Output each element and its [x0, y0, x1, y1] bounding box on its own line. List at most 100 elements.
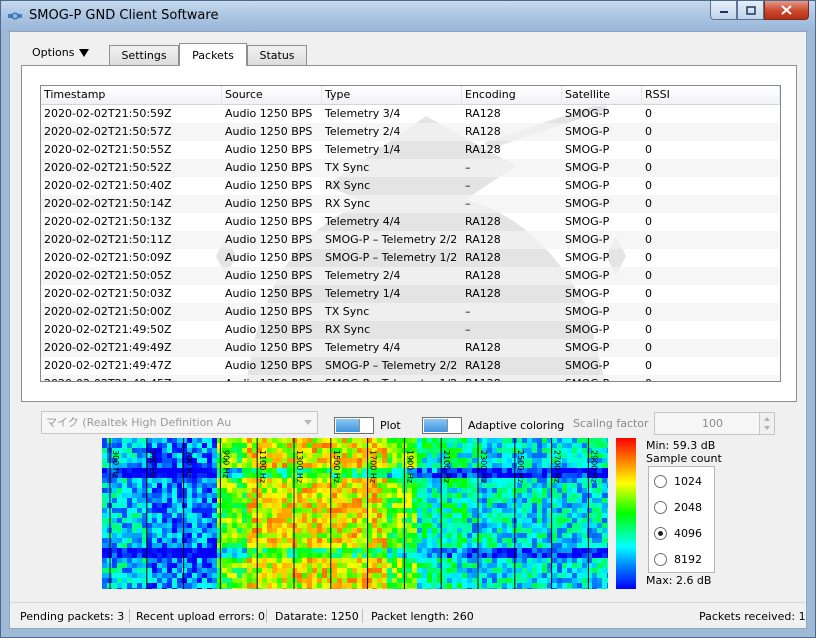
frequency-label: 1700 Hz	[369, 450, 378, 483]
adaptive-toggle-knob	[447, 419, 460, 432]
tab-packets[interactable]: Packets	[179, 43, 247, 66]
column-header[interactable]: Encoding	[462, 86, 562, 105]
packets-table[interactable]: Timestamp Source Type Encoding Satellite RSSI…	[40, 85, 781, 382]
upload-errors-status: Recent upload errors: 0	[136, 610, 266, 623]
table-cell: 0	[642, 375, 780, 381]
adaptive-coloring-toggle[interactable]	[422, 417, 462, 434]
caret-down-icon	[79, 48, 90, 57]
plot-toggle-knob	[359, 419, 372, 432]
table-row[interactable]: 2020-02-02T21:50:13Z Audio 1250 BPS Teleme…	[41, 213, 780, 231]
table-cell: SMOG-P	[565, 359, 610, 372]
table-cell: SMOG-P – Telemetry 1/2	[325, 251, 458, 264]
column-header[interactable]: RSSI	[642, 86, 780, 105]
table-cell: 0	[645, 323, 652, 336]
options-label: Options	[32, 46, 75, 59]
tab-settings[interactable]: Settings	[109, 45, 179, 65]
table-cell: 0	[645, 233, 652, 246]
table-cell: Audio 1250 BPS	[225, 215, 313, 228]
column-header[interactable]: Satellite	[562, 86, 642, 105]
spin-down-icon[interactable]	[764, 426, 770, 430]
table-row[interactable]: 2020-02-02T21:50:59Z Audio 1250 BPS Teleme…	[41, 105, 780, 123]
sample-count-option[interactable]: 1024	[654, 475, 702, 488]
table-cell: 2020-02-02T21:50:14Z	[44, 197, 172, 210]
table-cell: RA128	[465, 251, 501, 264]
radio-icon[interactable]	[654, 553, 667, 566]
table-cell: RA128	[465, 107, 501, 120]
table-cell: 0	[645, 269, 652, 282]
sample-count-option[interactable]: 2048	[654, 501, 702, 514]
pending-packets-status: Pending packets: 3	[20, 610, 125, 623]
table-cell: RX Sync	[325, 179, 371, 192]
table-row[interactable]: 2020-02-02T21:50:03Z Audio 1250 BPS Teleme…	[41, 285, 780, 303]
column-header[interactable]: Type	[322, 86, 462, 105]
tab-packets-label: Packets	[192, 48, 234, 62]
table-row[interactable]: 2020-02-02T21:50:52Z Audio 1250 BPS TX Syn…	[41, 159, 780, 177]
table-row[interactable]: 2020-02-02T21:49:50Z Audio 1250 BPS RX Syn…	[41, 321, 780, 339]
scaling-spinner[interactable]	[759, 412, 775, 435]
table-cell: Audio 1250 BPS	[225, 269, 313, 282]
table-row[interactable]: 2020-02-02T21:50:00Z Audio 1250 BPS TX Syn…	[41, 303, 780, 321]
table-cell: SMOG-P	[565, 323, 610, 336]
table-row[interactable]: 2020-02-02T21:50:57Z Audio 1250 BPS Teleme…	[41, 123, 780, 141]
table-cell: SMOG-P	[565, 305, 610, 318]
table-row[interactable]: 2020-02-02T21:50:14Z Audio 1250 BPS RX Syn…	[41, 195, 780, 213]
radio-icon[interactable]	[654, 475, 667, 488]
table-row[interactable]: 2020-02-02T21:50:40Z Audio 1250 BPS RX Syn…	[41, 177, 780, 195]
column-header[interactable]: Source	[222, 86, 322, 105]
adaptive-toggle-fill	[424, 419, 447, 432]
table-cell: SMOG-P	[565, 287, 610, 300]
table-row[interactable]: 2020-02-02T21:49:47Z Audio 1250 BPS SMOG-P…	[41, 357, 780, 375]
spin-up-icon[interactable]	[764, 417, 770, 421]
table-row[interactable]: 2020-02-02T21:49:45ZAudio 1250 BPSSMOG-P…	[41, 375, 780, 381]
tab-status[interactable]: Status	[247, 45, 307, 65]
table-row[interactable]: 2020-02-02T21:50:11Z Audio 1250 BPS SMOG-P…	[41, 231, 780, 249]
sample-count-option[interactable]: 8192	[654, 553, 702, 566]
table-row[interactable]: 2020-02-02T21:49:49Z Audio 1250 BPS Teleme…	[41, 339, 780, 357]
sample-count-option-label: 4096	[674, 527, 702, 540]
table-cell: 0	[645, 143, 652, 156]
table-cell: 0	[645, 287, 652, 300]
table-cell: TX Sync	[325, 305, 370, 318]
plot-toggle-fill	[336, 419, 359, 432]
waterfall-display[interactable]: 300 Hz 500 Hz 700 Hz 900 Hz 1100 Hz 1300 Hz 15…	[102, 438, 612, 593]
table-cell: 0	[645, 161, 652, 174]
sample-count-option[interactable]: 4096	[654, 527, 702, 540]
table-cell: 2020-02-02T21:50:57Z	[44, 125, 172, 138]
column-header[interactable]: Timestamp	[41, 86, 222, 105]
table-cell: –	[465, 161, 471, 174]
table-cell: Telemetry 2/4	[325, 125, 401, 138]
audio-device-select[interactable]: マイク (Realtek High Definition Au	[41, 411, 318, 434]
table-cell: 2020-02-02T21:50:40Z	[44, 179, 172, 192]
table-cell: RA128	[462, 375, 562, 381]
frequency-label: 2900 Hz	[589, 450, 598, 483]
table-cell: –	[465, 197, 471, 210]
frequency-label: 700 Hz	[185, 450, 194, 478]
table-row[interactable]: 2020-02-02T21:50:05Z Audio 1250 BPS Teleme…	[41, 267, 780, 285]
table-row[interactable]: 2020-02-02T21:50:55Z Audio 1250 BPS Teleme…	[41, 141, 780, 159]
table-cell: Audio 1250 BPS	[225, 323, 313, 336]
plot-toggle[interactable]	[334, 417, 374, 434]
frequency-label: 1100 Hz	[258, 450, 267, 483]
title-bar[interactable]: SMOG-P GND Client Software	[1, 1, 815, 31]
options-menu[interactable]: Options	[32, 46, 90, 59]
scaling-factor-label: Scaling factor	[573, 417, 649, 430]
minimize-button[interactable]	[710, 1, 737, 20]
scaling-factor-input[interactable]: 100	[654, 412, 760, 435]
maximize-icon	[745, 5, 756, 15]
close-button[interactable]	[764, 1, 809, 20]
maximize-button[interactable]	[737, 1, 764, 20]
table-cell: SMOG-P	[565, 107, 610, 120]
table-cell: –	[465, 323, 471, 336]
audio-device-value: マイク (Realtek High Definition Au	[46, 416, 232, 429]
status-separator	[266, 609, 267, 623]
radio-icon[interactable]	[654, 501, 667, 514]
status-separator	[129, 609, 130, 623]
table-cell: Telemetry 4/4	[325, 341, 401, 354]
table-cell: RX Sync	[325, 323, 371, 336]
table-cell: Audio 1250 BPS	[225, 359, 313, 372]
radio-icon[interactable]	[654, 527, 667, 540]
table-row[interactable]: 2020-02-02T21:50:09Z Audio 1250 BPS SMOG-P…	[41, 249, 780, 267]
table-cell: Audio 1250 BPS	[225, 341, 313, 354]
table-cell: Audio 1250 BPS	[225, 287, 313, 300]
table-cell: Audio 1250 BPS	[225, 179, 313, 192]
